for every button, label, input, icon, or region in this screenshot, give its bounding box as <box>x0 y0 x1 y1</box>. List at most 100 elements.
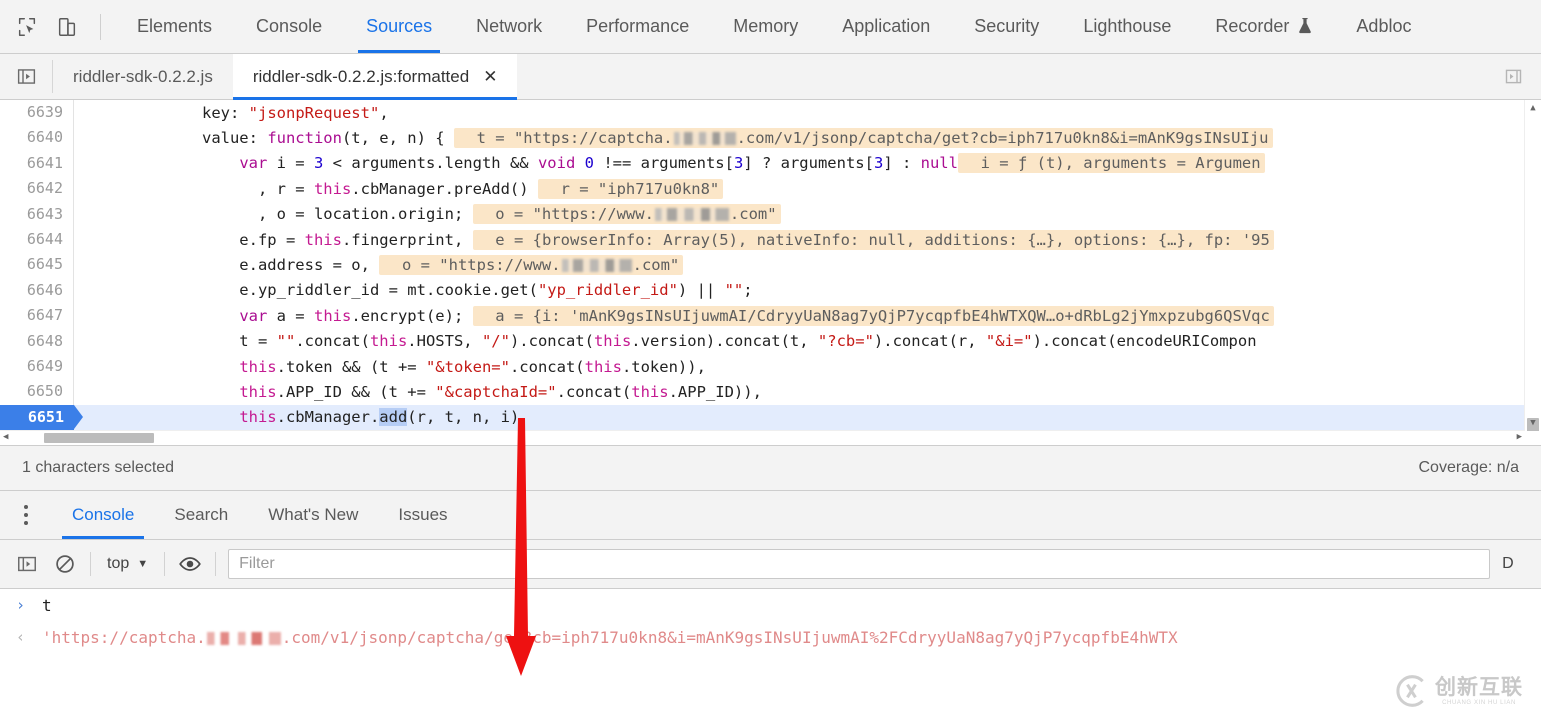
toolbar-divider <box>90 552 91 576</box>
code-line[interactable]: 6643 , o = location.origin; o = "https:/… <box>0 201 1525 227</box>
line-number[interactable]: 6642 <box>0 176 74 202</box>
drawer-tab-what-s-new[interactable]: What's New <box>248 491 378 539</box>
devtools-tab-memory[interactable]: Memory <box>711 0 820 53</box>
source-code-editor[interactable]: 6639 key: "jsonpRequest", 6640 value: fun… <box>0 100 1541 445</box>
code-content: value: function(t, e, n) { t = "https://… <box>74 128 1273 149</box>
console-filter-input[interactable]: Filter <box>228 549 1491 579</box>
code-content: , r = this.cbManager.preAdd() r = "iph71… <box>74 178 724 199</box>
code-text: .cbManager.preAdd() <box>351 179 538 198</box>
code-line[interactable]: 6648 t = "".concat(this.HOSTS, "/").conc… <box>0 328 1525 354</box>
code-text: a = <box>267 306 314 325</box>
file-tab-list: riddler-sdk-0.2.2.js riddler-sdk-0.2.2.js… <box>53 54 518 100</box>
code-line[interactable]: 6650 this.APP_ID && (t += "&captchaId=".… <box>0 379 1525 405</box>
line-number[interactable]: 6639 <box>0 100 74 126</box>
devtools-tab-adbloc[interactable]: Adbloc <box>1334 0 1433 53</box>
line-number[interactable]: 6645 <box>0 252 74 278</box>
drawer-tabbar: Console Search What's New Issues <box>0 491 1541 540</box>
device-toolbar-icon[interactable] <box>54 14 80 40</box>
line-number[interactable]: 6649 <box>0 353 74 380</box>
devtools-tab-performance[interactable]: Performance <box>564 0 711 53</box>
devtools-tab-network[interactable]: Network <box>454 0 564 53</box>
code-text: .fingerprint, <box>341 230 473 249</box>
scrollbar-corner <box>1525 431 1541 445</box>
code-content: this.cbManager.add(r, t, n, i) <box>74 408 519 427</box>
inspect-element-icon[interactable] <box>14 14 40 40</box>
console-sidebar-icon[interactable] <box>14 551 40 577</box>
console-result-row[interactable]: ‹ 'https://captcha. .com/v1/jsonp/captcha/… <box>0 621 1541 653</box>
code-text: (t, e, n) { <box>341 129 454 148</box>
code-line[interactable]: 6647 var a = this.encrypt(e); a = {i: 'm… <box>0 303 1525 329</box>
redacted-domain-blur <box>654 208 729 222</box>
clear-console-icon[interactable] <box>52 551 78 577</box>
code-line[interactable]: 6639 key: "jsonpRequest", <box>0 100 1525 126</box>
line-number[interactable]: 6643 <box>0 201 74 227</box>
devtools-tab-console[interactable]: Console <box>234 0 344 53</box>
code-number: 3 <box>873 154 884 173</box>
code-line[interactable]: 6642 , r = this.cbManager.preAdd() r = "… <box>0 176 1525 202</box>
line-number[interactable]: 6647 <box>0 303 74 329</box>
code-line[interactable]: 6649 this.token && (t += "&token=".conca… <box>0 353 1525 380</box>
code-keyword: null <box>920 154 958 173</box>
drawer-tab-issues[interactable]: Issues <box>378 491 467 539</box>
scroll-left-arrow-icon[interactable]: ◀ <box>3 432 8 442</box>
more-options-icon[interactable] <box>0 491 52 539</box>
code-line-current[interactable]: 6651 this.cbManager.add(r, t, n, i) <box>0 404 1525 431</box>
devtools-tab-security[interactable]: Security <box>952 0 1061 53</box>
devtools-tab-application[interactable]: Application <box>820 0 952 53</box>
code-text: .version).concat(t, <box>631 332 818 351</box>
code-text: e.address = o, <box>90 256 380 275</box>
toolbar-divider <box>164 552 166 576</box>
code-string: "&token=" <box>425 357 510 376</box>
show-navigator-icon[interactable] <box>14 65 38 89</box>
code-line[interactable]: 6644 e.fp = this.fingerprint, e = {brows… <box>0 226 1525 253</box>
scroll-right-arrow-icon[interactable]: ▶ <box>1517 432 1522 442</box>
devtools-tab-recorder[interactable]: Recorder <box>1193 0 1334 53</box>
redacted-domain-blur <box>561 259 632 273</box>
code-this: this <box>239 357 277 376</box>
dot <box>24 513 28 517</box>
file-tab-source[interactable]: riddler-sdk-0.2.2.js <box>53 54 233 99</box>
line-number[interactable]: 6648 <box>0 328 74 354</box>
scroll-up-arrow-icon[interactable]: ▲ <box>1525 100 1541 116</box>
line-number[interactable]: 6651 <box>0 404 83 431</box>
devtools-tab-label: Security <box>974 16 1040 36</box>
line-number[interactable]: 6640 <box>0 125 74 151</box>
console-output: › t ‹'https://captcha. .com/v1/jsonp/captch… <box>0 589 1541 712</box>
drawer-tab-console[interactable]: Console <box>52 491 154 539</box>
horizontal-scrollbar-thumb[interactable] <box>44 433 154 443</box>
line-number[interactable]: 6646 <box>0 277 74 304</box>
code-this: this <box>313 179 352 198</box>
code-content: e.address = o, o = "https://www. .com" <box>74 255 684 276</box>
editor-vertical-scrollbar[interactable]: ▲ ▼ <box>1524 100 1541 444</box>
devtools-tab-sources[interactable]: Sources <box>344 0 454 53</box>
redacted-domain-blur <box>673 132 736 146</box>
line-number[interactable]: 6644 <box>0 226 74 253</box>
code-text: ] ? arguments[ <box>743 154 874 173</box>
code-line[interactable]: 6645 e.address = o, o = "https://www. .co… <box>0 252 1525 278</box>
line-number[interactable]: 6641 <box>0 150 74 177</box>
devtools-tab-elements[interactable]: Elements <box>115 0 234 53</box>
console-toolbar: top ▼ Filter D <box>0 540 1541 589</box>
code-content: t = "".concat(this.HOSTS, "/").concat(th… <box>74 332 1256 351</box>
code-line[interactable]: 6641 var i = 3 < arguments.length && voi… <box>0 150 1525 177</box>
show-debugger-icon[interactable] <box>1501 65 1525 89</box>
close-icon[interactable]: ✕ <box>483 68 497 85</box>
scroll-down-arrow-icon[interactable]: ▼ <box>1525 415 1541 431</box>
code-keyword: var <box>239 306 268 325</box>
drawer-tab-search[interactable]: Search <box>154 491 248 539</box>
devtools-tab-lighthouse[interactable]: Lighthouse <box>1061 0 1193 53</box>
editor-horizontal-scrollbar[interactable]: ◀ ▶ <box>0 430 1525 445</box>
inline-evaluated-value: t = "https://captcha. .com/v1/jsonp/captc… <box>453 128 1273 149</box>
line-number[interactable]: 6650 <box>0 379 74 405</box>
code-line[interactable]: 6646 e.yp_riddler_id = mt.cookie.get("yp… <box>0 277 1525 304</box>
file-tab-formatted[interactable]: riddler-sdk-0.2.2.js:formatted ✕ <box>232 54 518 100</box>
log-levels-selector[interactable]: D <box>1502 555 1514 573</box>
console-input-row[interactable]: › t <box>0 589 1541 621</box>
live-expression-icon[interactable] <box>177 551 203 577</box>
execution-context-selector[interactable]: top ▼ <box>103 555 152 573</box>
code-line[interactable]: 6640 value: function(t, e, n) { t = "htt… <box>0 125 1525 151</box>
code-text: e.fp = <box>90 230 305 249</box>
